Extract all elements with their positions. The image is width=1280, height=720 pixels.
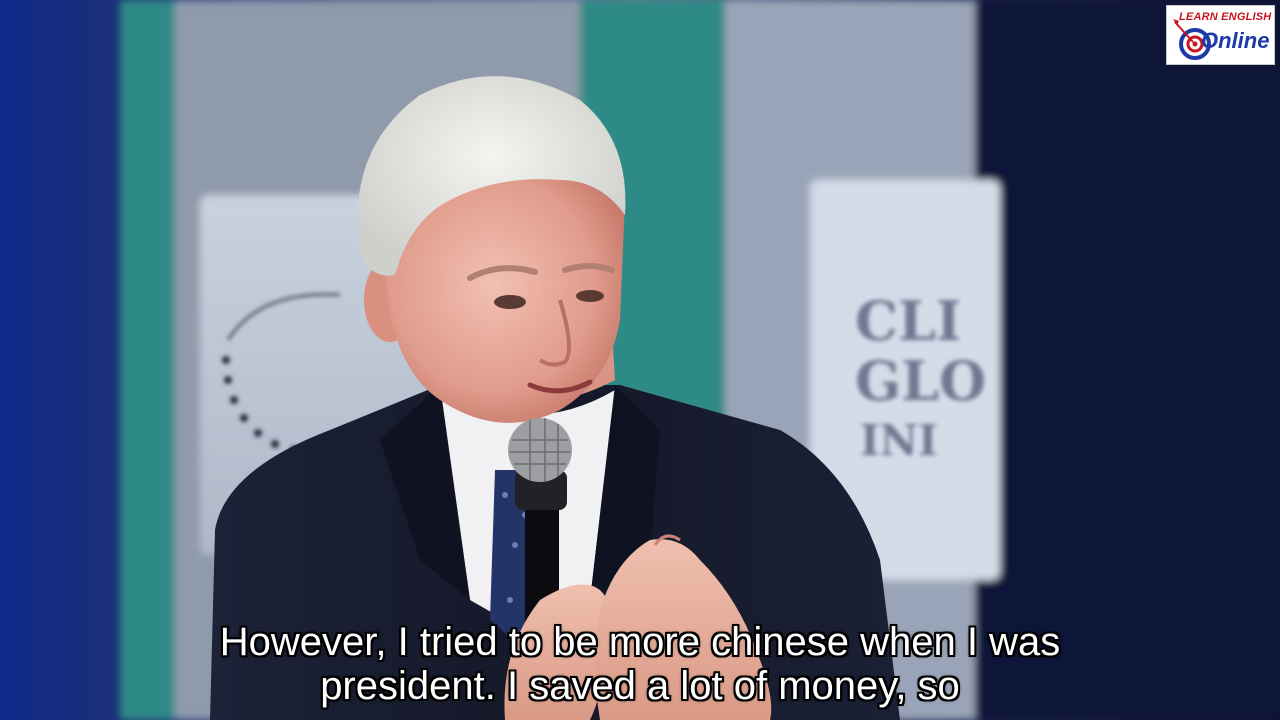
subtitle-line-2: president. I saved a lot of money, so: [320, 664, 960, 708]
channel-logo: LEARN ENGLISH Online: [1166, 5, 1275, 65]
subtitle-line-1: However, I tried to be more chinese when…: [219, 620, 1061, 664]
svg-text:INI: INI: [860, 416, 938, 465]
logo-main-text: Online: [1201, 28, 1270, 53]
logo-top-text: LEARN ENGLISH: [1179, 11, 1272, 23]
svg-text:CLI: CLI: [855, 289, 961, 353]
svg-text:GLO: GLO: [855, 349, 986, 413]
video-scene: CLI GLO INI: [0, 0, 1280, 720]
video-frame: CLI GLO INI LEARN ENGLISH Online However…: [0, 0, 1280, 720]
